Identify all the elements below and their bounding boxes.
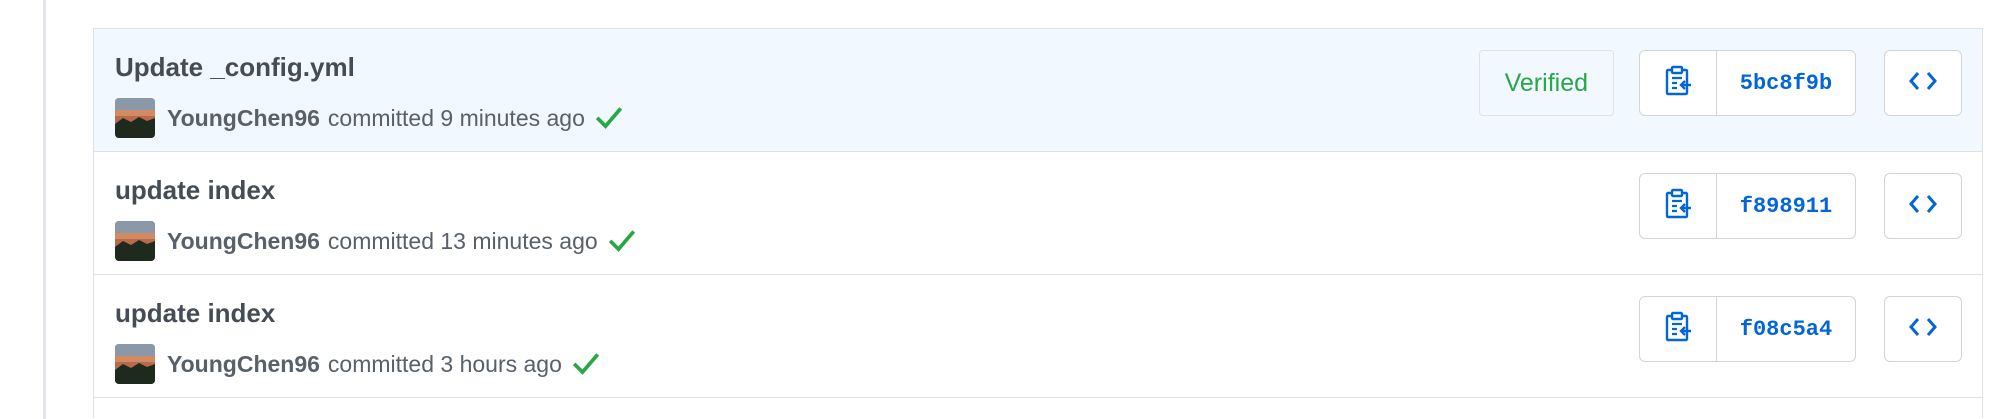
commit-row: update index YoungChen96 committed 3 hou… [94,275,1982,398]
commit-row [94,398,1982,418]
commit-time: committed 3 hours ago [327,350,562,377]
commit-list: Update _config.yml YoungChen96 committed… [93,28,1983,418]
sha-button-group: f898911 [1639,173,1856,239]
commit-history-page: Update _config.yml YoungChen96 committed… [0,0,1994,419]
commit-sha-link[interactable]: f08c5a4 [1717,297,1855,361]
copy-sha-button[interactable] [1640,51,1717,115]
commit-meta: YoungChen96 committed 9 minutes ago [115,98,623,138]
browse-files-button[interactable] [1884,296,1962,362]
code-brackets-icon [1908,192,1938,221]
code-brackets-icon [1908,315,1938,344]
commit-title-link[interactable]: update index [115,174,275,206]
commit-actions: Verified 5bc8f9b [1478,50,1962,116]
sha-button-group: f08c5a4 [1639,296,1856,362]
copy-sha-button[interactable] [1640,297,1717,361]
check-icon[interactable] [572,350,600,378]
avatar[interactable] [115,221,155,261]
commit-sha-link[interactable]: f898911 [1717,174,1855,238]
commit-meta: YoungChen96 committed 13 minutes ago [115,221,636,261]
browse-files-button[interactable] [1884,173,1962,239]
clipboard-copy-icon [1663,65,1693,102]
commit-author-link[interactable]: YoungChen96 [167,105,320,132]
commit-author-link[interactable]: YoungChen96 [167,228,320,255]
check-icon[interactable] [595,104,623,132]
copy-sha-button[interactable] [1640,174,1717,238]
commit-author-link[interactable]: YoungChen96 [167,351,320,378]
check-icon[interactable] [608,227,636,255]
commit-row: update index YoungChen96 committed 13 mi… [94,152,1982,275]
avatar[interactable] [115,98,155,138]
clipboard-copy-icon [1663,311,1693,348]
sha-button-group: 5bc8f9b [1639,50,1856,116]
commit-meta: YoungChen96 committed 3 hours ago [115,344,600,384]
commit-sha-link[interactable]: 5bc8f9b [1717,51,1855,115]
commit-title-link[interactable]: Update _config.yml [115,51,355,83]
commit-actions: f08c5a4 [1639,296,1962,362]
commit-row: Update _config.yml YoungChen96 committed… [94,29,1982,152]
avatar[interactable] [115,344,155,384]
browse-files-button[interactable] [1884,50,1962,116]
clipboard-copy-icon [1663,188,1693,225]
code-brackets-icon [1908,69,1938,98]
commit-time: committed 13 minutes ago [327,227,598,254]
commit-actions: f898911 [1639,173,1962,239]
timeline-line [43,0,46,419]
commit-title-link[interactable]: update index [115,297,275,329]
commit-time: committed 9 minutes ago [327,104,585,131]
verified-badge[interactable]: Verified [1478,50,1614,116]
